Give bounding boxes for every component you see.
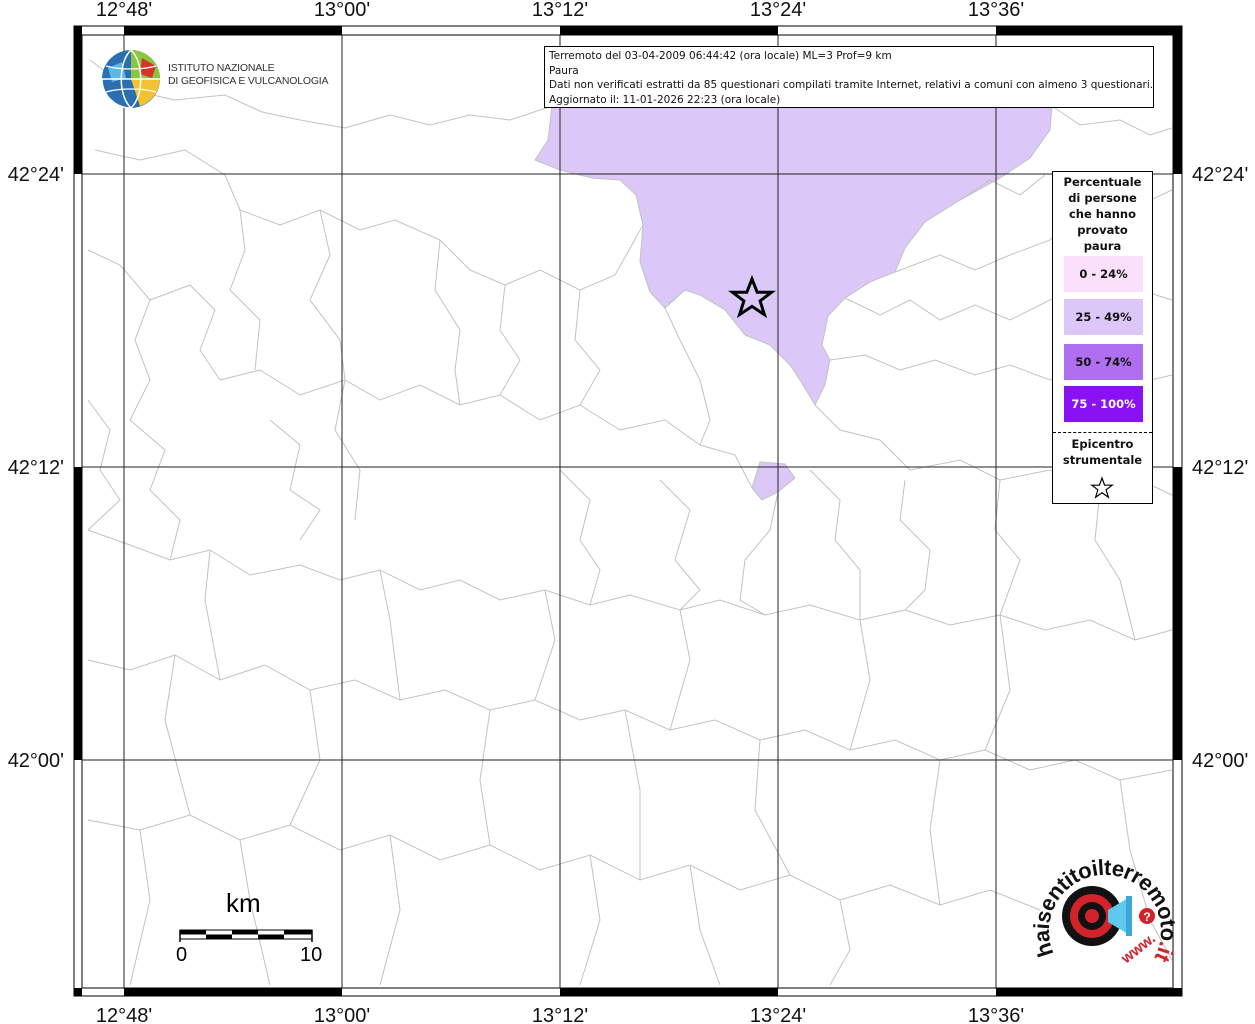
lon-tick: 13°24' xyxy=(750,1005,806,1024)
legend-title-line: paura xyxy=(1083,239,1122,253)
ingv-logo-text: Istituto Nazionale di Geofisica e Vulcan… xyxy=(168,62,329,88)
globe-logo-icon xyxy=(101,49,160,109)
scale-end-label: 10 xyxy=(300,944,323,966)
brand-www-text: www. xyxy=(1117,930,1159,968)
svg-text:?: ? xyxy=(1143,910,1150,924)
haisentito-brand-logo: haisentitoilterremoto .it www. ? xyxy=(1029,840,1182,990)
lon-tick: 13°24' xyxy=(750,0,806,21)
legend-divider xyxy=(1053,432,1152,433)
event-title: Terremoto del 03-04-2009 06:44:42 (ora l… xyxy=(549,50,892,62)
lat-tick: 42°12' xyxy=(1192,457,1248,479)
longitude-tick-labels-top: 12°48' 13°00' 13°12' 13°24' 13°36' xyxy=(96,0,1024,21)
epicenter-label-line: strumentale xyxy=(1062,453,1143,467)
longitude-tick-labels-bottom: 12°48' 13°00' 13°12' 13°24' 13°36' xyxy=(96,1005,1024,1024)
lat-tick: 42°24' xyxy=(1192,164,1248,186)
star-icon xyxy=(1090,476,1114,499)
logo-line: Istituto Nazionale xyxy=(168,62,275,74)
ingv-logo: Istituto Nazionale di Geofisica e Vulcan… xyxy=(100,48,330,110)
lon-tick: 13°00' xyxy=(314,0,370,21)
epicenter-label-line: Epicentro xyxy=(1071,437,1134,451)
scale-start-label: 0 xyxy=(176,944,188,966)
lon-tick: 13°36' xyxy=(968,0,1024,21)
legend-swatch-0-24: 0 - 24% xyxy=(1064,256,1143,292)
legend: Percentuale di persone che hanno provato… xyxy=(1052,171,1153,504)
legend-title-line: provato xyxy=(1077,223,1128,237)
megaphone-target-icon: haisentitoilterremoto .it www. ? xyxy=(1029,855,1182,968)
latitude-tick-labels-left: 42°24' 42°12' 42°00' xyxy=(8,164,64,772)
lat-tick: 42°12' xyxy=(8,457,64,479)
legend-title-line: che hanno xyxy=(1068,207,1137,221)
legend-title-line: di persone xyxy=(1068,191,1137,205)
scale-bar-graphic xyxy=(179,929,313,942)
lat-tick: 42°24' xyxy=(8,164,64,186)
legend-swatch-75-100: 75 - 100% xyxy=(1064,386,1143,422)
update-timestamp: Aggiornato il: 11-01-2026 22:23 (ora loc… xyxy=(549,93,781,106)
legend-swatch-50-74: 50 - 74% xyxy=(1064,344,1143,380)
legend-title-line: Percentuale xyxy=(1063,175,1142,189)
lon-tick: 13°12' xyxy=(532,1005,588,1024)
map-parameter: Paura xyxy=(549,64,579,77)
logo-line: di Geofisica e Vulcanologia xyxy=(168,75,329,87)
scale-bar: km 0 10 xyxy=(176,888,326,968)
legend-title: Percentuale di persone che hanno provato… xyxy=(1053,174,1152,254)
lon-tick: 13°12' xyxy=(532,0,588,21)
latitude-tick-labels-right: 42°24' 42°12' 42°00' xyxy=(1192,164,1248,772)
lon-tick: 13°00' xyxy=(314,1005,370,1024)
lat-tick: 42°00' xyxy=(8,750,64,772)
legend-swatch-25-49: 25 - 49% xyxy=(1064,299,1143,335)
scale-unit: km xyxy=(226,888,261,918)
lon-tick: 12°48' xyxy=(96,1005,152,1024)
lat-tick: 42°00' xyxy=(1192,750,1248,772)
epicenter-legend-label: Epicentro strumentale xyxy=(1053,436,1152,468)
lon-tick: 13°36' xyxy=(968,1005,1024,1024)
event-info-box: Terremoto del 03-04-2009 06:44:42 (ora l… xyxy=(544,46,1154,108)
lon-tick: 12°48' xyxy=(96,0,152,21)
data-disclaimer: Dati non verificati estratti da 85 quest… xyxy=(549,79,1154,91)
